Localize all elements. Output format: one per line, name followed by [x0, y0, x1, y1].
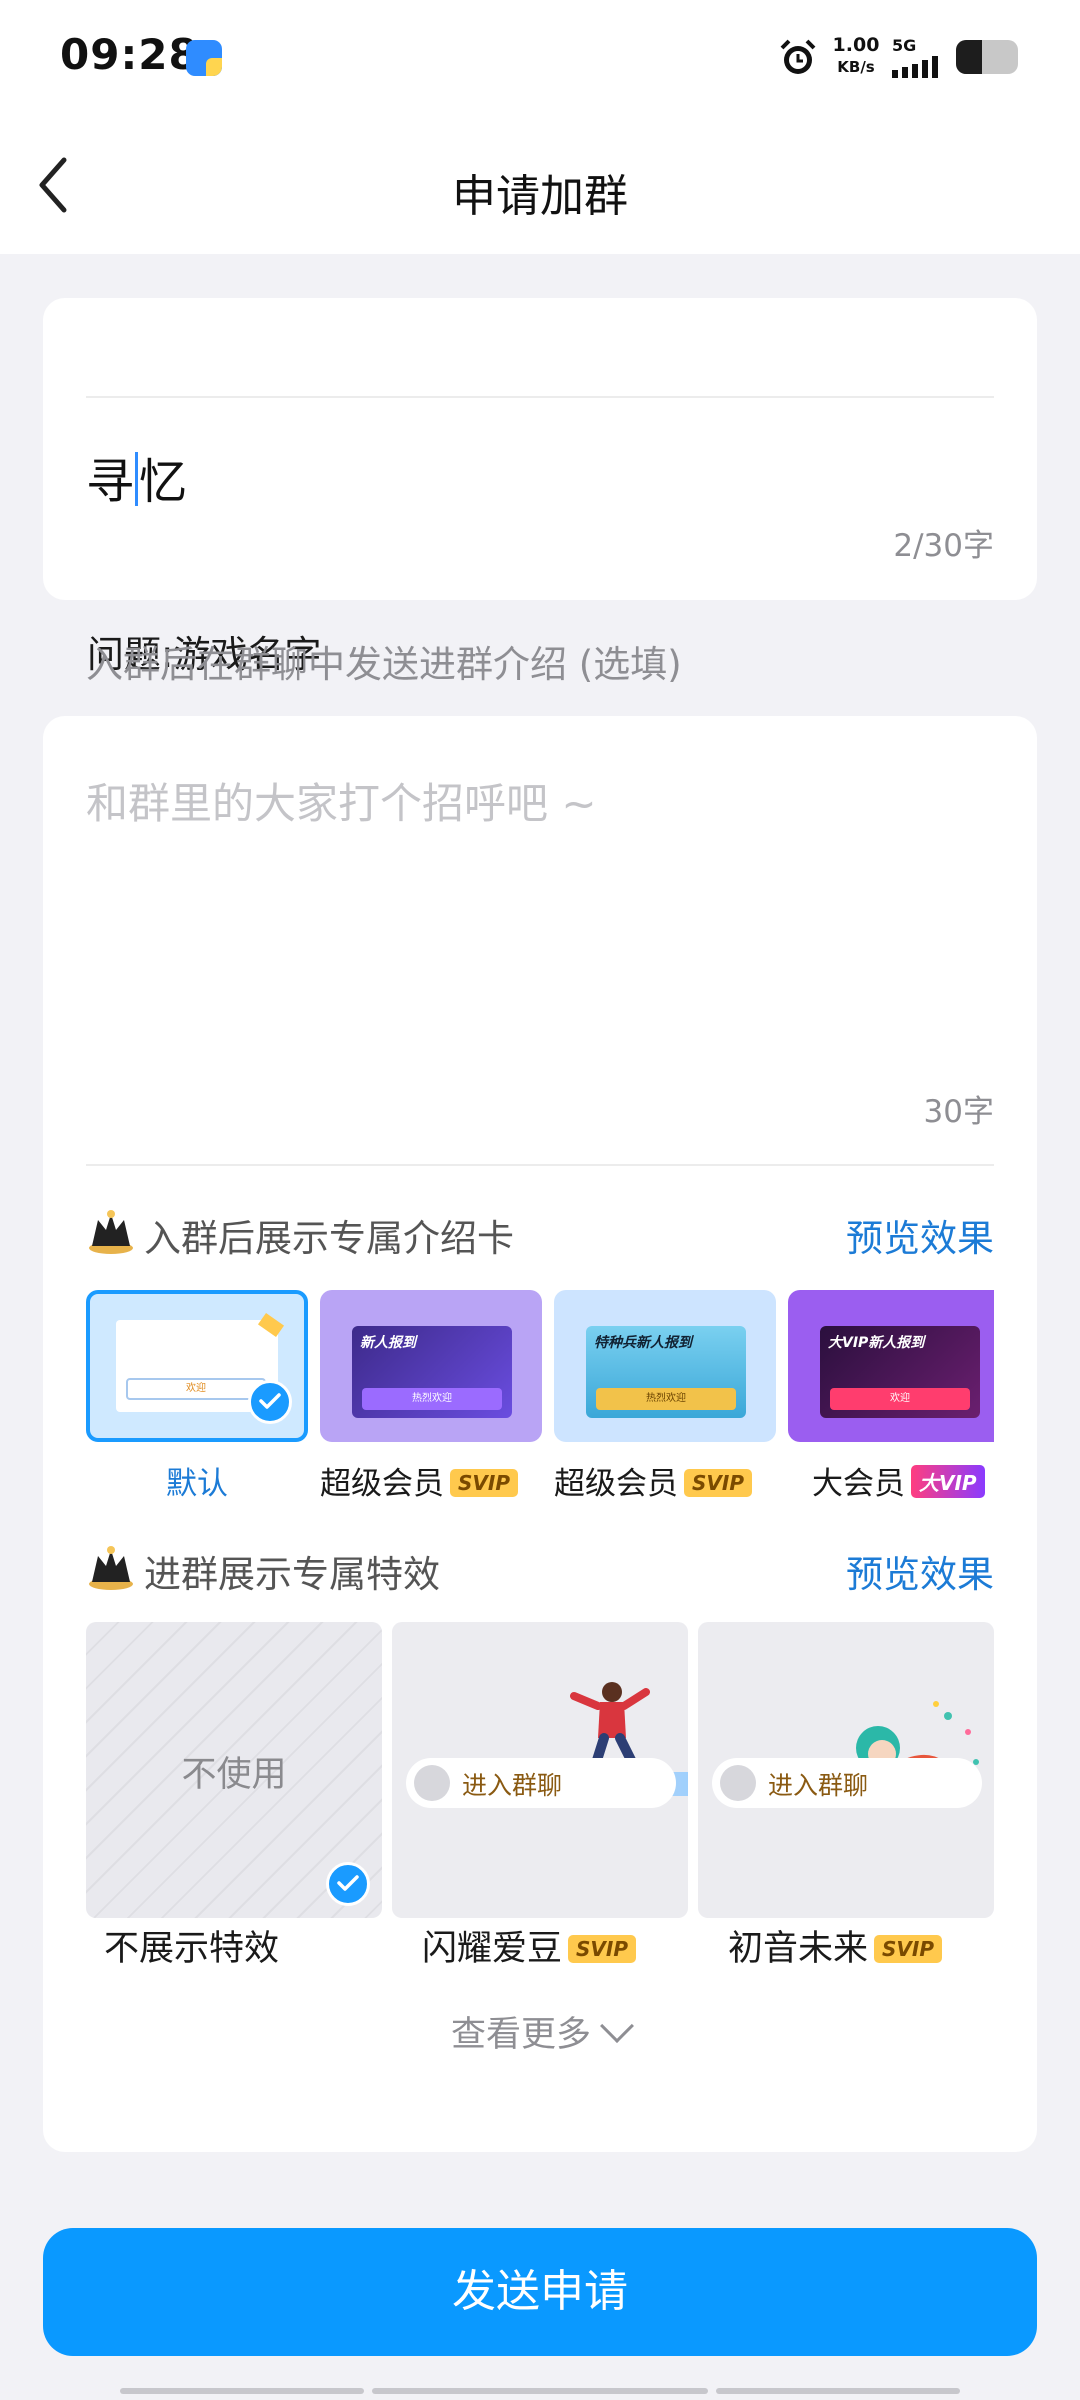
preview-welcome-button: 欢迎 — [830, 1388, 970, 1410]
svip-badge: SVIP — [684, 1469, 752, 1497]
intro-char-counter: 30字 — [923, 1094, 994, 1130]
svip-badge: SVIP — [450, 1469, 518, 1497]
answer-char-counter: 2/30字 — [893, 528, 994, 564]
question-card: 问题:游戏名字 — [43, 298, 1037, 676]
selected-check-icon — [248, 1380, 292, 1424]
card-preview: 大VIP新人报到 欢迎 — [820, 1326, 980, 1418]
preview-welcome-button: 欢迎 — [126, 1378, 266, 1400]
intro-card-section-header: 入群后展示专属介绍卡 预览效果 — [86, 1202, 994, 1262]
vip-badge: 大VIP — [911, 1465, 985, 1498]
preview-title: 新人报到 — [360, 1335, 416, 1351]
join-chat-pill: 进入群聊 — [712, 1758, 982, 1808]
divider — [86, 1164, 994, 1166]
page-title: 申请加群 — [452, 171, 628, 222]
join-chat-pill: 进入群聊 — [406, 1758, 676, 1808]
intro-textarea[interactable]: 和群里的大家打个招呼吧 ~ — [86, 770, 597, 831]
join-chat-text: 进入群聊 — [462, 1771, 563, 1800]
effects-section-title: 进群展示专属特效 — [144, 1553, 440, 1596]
battery-icon — [956, 40, 1018, 74]
join-chat-text: 进入群聊 — [768, 1771, 869, 1800]
effect-label: 闪耀爱豆 SVIP — [422, 1920, 636, 1971]
network-type: 5G — [892, 36, 917, 55]
selected-check-icon — [326, 1862, 370, 1906]
intro-card-label: 默认 — [166, 1466, 228, 1502]
text-cursor — [135, 452, 139, 506]
status-time: 09:28 — [60, 30, 199, 79]
chevron-down-icon — [600, 2009, 634, 2043]
effects-preview-link[interactable]: 预览效果 — [846, 1544, 994, 1598]
svip-badge: SVIP — [874, 1935, 942, 1963]
avatar — [720, 1765, 756, 1801]
preview-welcome-button: 热烈欢迎 — [596, 1388, 736, 1410]
intro-card-big-vip[interactable]: 大VIP新人报到 欢迎 — [788, 1290, 994, 1442]
home-indicator — [716, 2388, 960, 2394]
alarm-icon — [780, 39, 816, 74]
effect-label: 不展示特效 — [104, 1929, 280, 1969]
intro-card-preview-link[interactable]: 预览效果 — [846, 1208, 994, 1262]
home-indicator — [120, 2388, 364, 2394]
divider — [86, 396, 994, 398]
avatar — [414, 1765, 450, 1801]
intro-card-label: 超级会员 SVIP — [320, 1458, 518, 1502]
network-speed: 1.00 KB/s — [832, 34, 880, 76]
crown-icon — [89, 1546, 133, 1590]
intro-card-label: 大会员 大VIP — [812, 1458, 985, 1502]
intro-card-options: 欢迎 默认 新人报到 热烈欢迎 超级会员 SVIP 特种兵新人报到 热烈欢迎 超级… — [86, 1290, 994, 1502]
see-more-button[interactable]: 查看更多 — [0, 2006, 1080, 2057]
home-indicator — [372, 2388, 708, 2394]
signal-icon — [892, 56, 938, 78]
effect-option-idol[interactable]: 进入群聊 — [392, 1622, 688, 1918]
app-notification-icon — [186, 40, 222, 76]
send-request-button[interactable]: 发送申请 — [43, 2228, 1037, 2356]
intro-card-label: 超级会员 SVIP — [554, 1458, 752, 1502]
effect-label: 初音未来 SVIP — [728, 1920, 942, 1971]
svip-badge: SVIP — [568, 1935, 636, 1963]
answer-input[interactable]: 寻忆 — [86, 442, 187, 512]
intro-card-svip-1[interactable]: 新人报到 热烈欢迎 — [320, 1290, 542, 1442]
intro-hint: 入群后在群聊中发送进群介绍 (选填) — [86, 643, 682, 686]
screen: 09:28 1.00 KB/s 5G 申请加群 问题:游戏名字 寻忆 2/30字… — [0, 0, 1080, 2400]
card-preview: 新人报到 热烈欢迎 — [352, 1326, 512, 1418]
see-more-label: 查看更多 — [450, 2015, 591, 2055]
crown-icon — [89, 1210, 133, 1254]
effect-none-text: 不使用 — [181, 1755, 287, 1795]
preview-title: 大VIP新人报到 — [828, 1335, 925, 1351]
intro-card-svip-2[interactable]: 特种兵新人报到 热烈欢迎 — [554, 1290, 776, 1442]
effects-section-header: 进群展示专属特效 预览效果 — [86, 1538, 994, 1598]
preview-welcome-button: 热烈欢迎 — [362, 1388, 502, 1410]
intro-card-section-title: 入群后展示专属介绍卡 — [144, 1217, 514, 1260]
effect-option-miku[interactable]: 进入群聊 — [698, 1622, 994, 1918]
card-preview: 特种兵新人报到 热烈欢迎 — [586, 1326, 746, 1418]
preview-title: 特种兵新人报到 — [594, 1335, 692, 1351]
